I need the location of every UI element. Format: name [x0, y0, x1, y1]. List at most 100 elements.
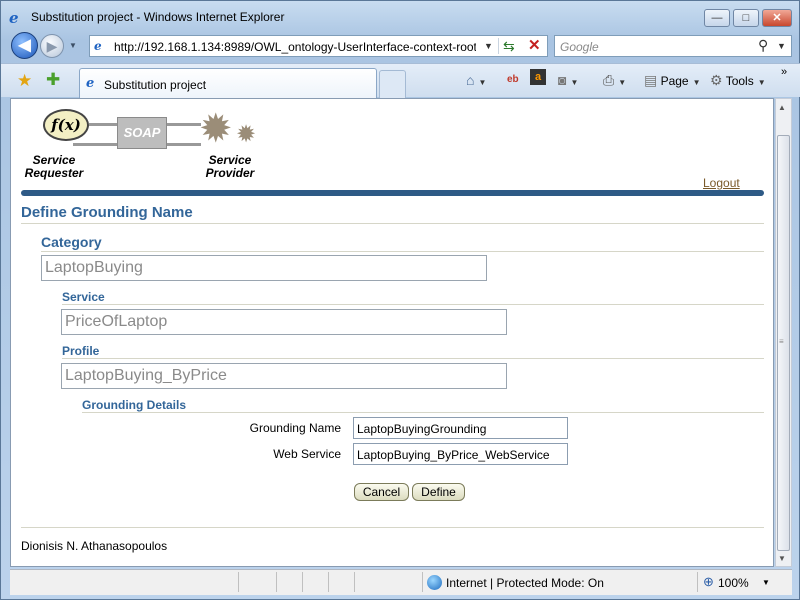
tab-substitution-project[interactable]: e Substitution project — [79, 68, 377, 98]
profile-field: LaptopBuying_ByPrice — [61, 363, 507, 389]
define-button[interactable]: Define — [412, 483, 465, 501]
recent-pages-dropdown-icon[interactable]: ▼ — [69, 41, 77, 50]
status-divider — [422, 572, 423, 592]
grounding-name-input[interactable]: LaptopBuyingGrounding — [353, 417, 568, 439]
request-arrow — [89, 123, 119, 126]
profile-heading: Profile — [62, 344, 100, 358]
logout-link[interactable]: Logout — [703, 176, 740, 190]
home-button[interactable]: ⌂ ▼ — [466, 72, 486, 88]
window-title: Substitution project - Windows Internet … — [31, 10, 285, 24]
scroll-grip-icon: ≡ — [779, 337, 784, 346]
header-divider-bar — [21, 190, 764, 196]
search-icon[interactable]: ⚲ — [758, 37, 768, 54]
vertical-scrollbar[interactable]: ▲ ≡ ▼ — [775, 98, 792, 567]
scroll-up-icon[interactable]: ▲ — [778, 103, 786, 112]
status-divider — [276, 572, 277, 592]
service-requester-label: Service Requester — [23, 154, 85, 180]
status-bar: Internet | Protected Mode: On ⊕ 100% ▼ — [10, 569, 792, 595]
back-button[interactable]: ◀ — [11, 32, 38, 59]
zoom-icon[interactable]: ⊕ — [703, 574, 714, 590]
address-dropdown-icon[interactable]: ▼ — [484, 41, 493, 51]
refresh-icon[interactable]: ⇆ — [503, 38, 515, 55]
feeds-button[interactable]: ◙ ▼ — [558, 72, 578, 88]
forward-arrow — [167, 123, 201, 126]
address-input[interactable]: http://192.168.1.134:8989/OWL_ontology-U… — [114, 40, 476, 54]
page-menu[interactable]: ▤ Page ▼ — [644, 72, 701, 89]
status-divider — [697, 572, 698, 592]
print-button[interactable]: ⎙ ▼ — [603, 72, 626, 89]
search-input[interactable]: Google — [560, 40, 599, 54]
gear-large-icon: ✹ — [199, 107, 233, 151]
service-heading: Service — [62, 290, 105, 304]
address-bar[interactable]: e http://192.168.1.134:8989/OWL_ontology… — [89, 35, 548, 57]
details-rule — [82, 412, 764, 413]
return-arrow — [167, 143, 201, 146]
cancel-button[interactable]: Cancel — [354, 483, 409, 501]
title-rule — [21, 223, 764, 224]
tab-label: Substitution project — [104, 78, 207, 92]
print-icon: ⎙ — [603, 72, 615, 88]
tab-bar: ★ ✚ e Substitution project ⌂ ▼ eb a ◙ ▼ ⎙ ▼… — [1, 63, 800, 98]
tools-menu-label: Tools — [725, 74, 754, 88]
status-divider — [328, 572, 329, 592]
add-favorites-icon[interactable]: ✚ — [46, 70, 60, 90]
ie-logo-icon: e — [9, 9, 19, 27]
grounding-name-label: Grounding Name — [249, 421, 341, 435]
provider-line2: Provider — [205, 166, 255, 180]
service-field: PriceOfLaptop — [61, 309, 507, 335]
globe-icon — [427, 575, 442, 590]
page-favicon-icon: e — [94, 39, 102, 53]
page-title: Define Grounding Name — [21, 204, 193, 221]
function-bubble-icon: f(x) — [43, 109, 89, 141]
search-box[interactable]: Google ⚲ ▼ — [554, 35, 792, 57]
service-rule — [62, 304, 764, 305]
category-heading: Category — [41, 234, 102, 250]
status-divider — [354, 572, 355, 592]
web-service-label: Web Service — [273, 447, 341, 461]
rss-icon: ◙ — [558, 72, 567, 88]
zoom-level[interactable]: 100% — [718, 576, 749, 590]
more-commands-icon[interactable]: » — [781, 66, 787, 78]
maximize-button[interactable]: □ — [733, 9, 759, 27]
footer-rule — [21, 527, 764, 528]
tools-menu[interactable]: ⚙ Tools ▼ — [710, 72, 766, 89]
close-button[interactable]: ✕ — [762, 9, 792, 27]
provider-line1: Service — [208, 153, 252, 167]
search-options-dropdown-icon[interactable]: ▼ — [777, 41, 786, 51]
title-bar: e Substitution project - Windows Interne… — [1, 1, 800, 31]
amazon-icon: a — [530, 69, 546, 85]
zoom-dropdown-icon[interactable]: ▼ — [762, 578, 770, 587]
requester-line2: Requester — [24, 166, 84, 180]
grounding-details-heading: Grounding Details — [82, 398, 187, 412]
response-arrow — [73, 143, 117, 146]
ebay-icon[interactable]: eb — [507, 74, 519, 85]
browser-window: e Substitution project - Windows Interne… — [0, 0, 800, 600]
category-field: LaptopBuying — [41, 255, 487, 281]
web-service-input[interactable]: LaptopBuying_ByPrice_WebService — [353, 443, 568, 465]
address-divider — [498, 38, 499, 54]
requester-line1: Service — [32, 153, 76, 167]
minimize-button[interactable]: — — [704, 9, 730, 27]
status-divider — [238, 572, 239, 592]
category-rule — [41, 251, 764, 252]
page-icon: ▤ — [644, 72, 658, 88]
favorites-star-icon[interactable]: ★ — [17, 71, 32, 91]
footer-author: Dionisis N. Athanasopoulos — [21, 539, 168, 553]
tab-favicon-icon: e — [86, 76, 95, 91]
stop-icon[interactable]: ✕ — [528, 36, 541, 54]
service-provider-label: Service Provider — [200, 154, 260, 180]
page-content: f(x) SOAP ✹ ✹ Service Requester Service … — [10, 98, 774, 567]
profile-rule — [62, 358, 764, 359]
scroll-down-icon[interactable]: ▼ — [778, 554, 786, 563]
page-menu-label: Page — [660, 74, 689, 88]
home-icon: ⌂ — [466, 72, 475, 88]
gear-small-icon: ✹ — [236, 121, 257, 148]
amazon-button[interactable]: a — [530, 69, 546, 85]
security-zone[interactable]: Internet | Protected Mode: On — [446, 576, 604, 590]
new-tab-button[interactable] — [379, 70, 406, 98]
gear-icon: ⚙ — [710, 72, 723, 88]
navigation-bar: ◀ ▶ ▼ e http://192.168.1.134:8989/OWL_on… — [1, 31, 800, 61]
status-divider — [302, 572, 303, 592]
soap-box: SOAP — [117, 117, 167, 149]
forward-button[interactable]: ▶ — [40, 34, 64, 58]
